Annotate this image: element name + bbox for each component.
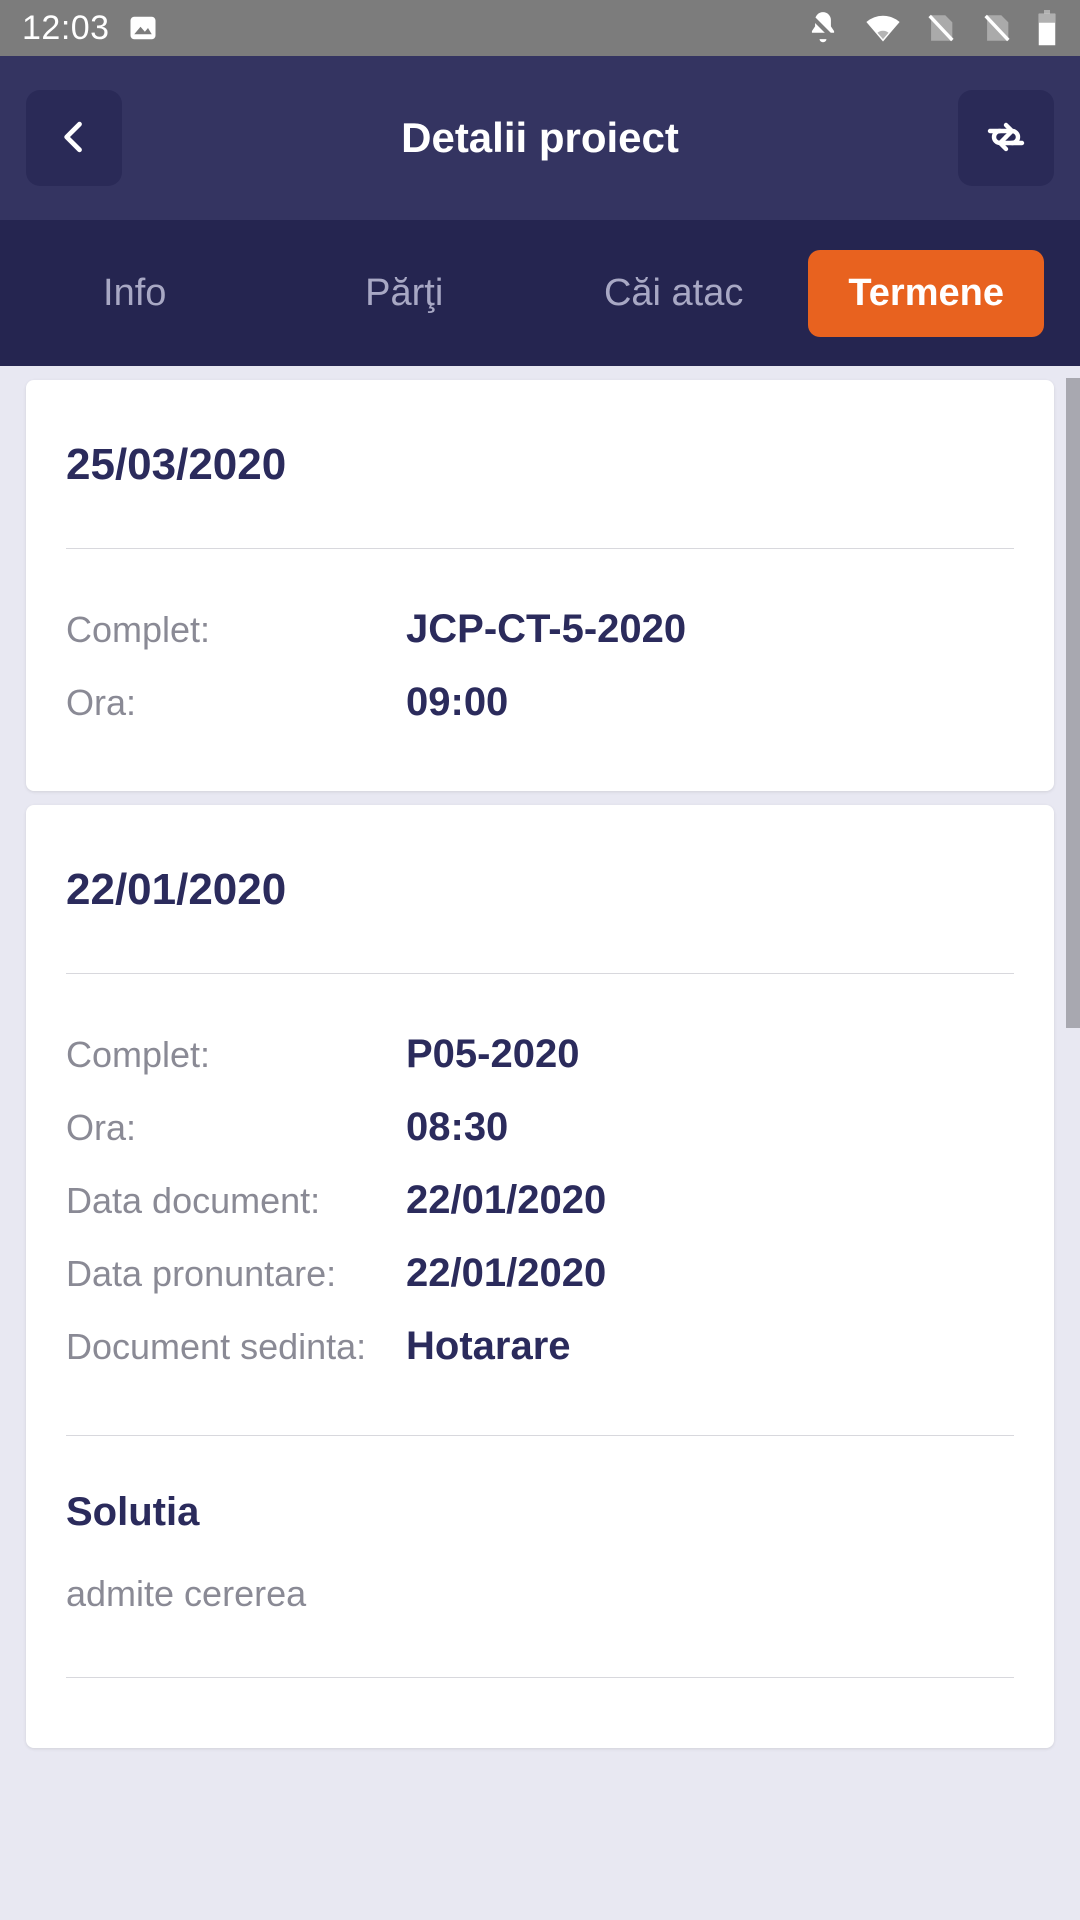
solutia-text: admite cererea bbox=[66, 1573, 307, 1614]
detail-label: Complet: bbox=[66, 609, 211, 650]
detail-label: Document sedinta: bbox=[66, 1326, 367, 1367]
sync-icon bbox=[982, 113, 1030, 164]
detail-value: 08:30 bbox=[406, 1105, 509, 1149]
detail-value: P05-2020 bbox=[406, 1032, 580, 1076]
sim-card-off-icon bbox=[980, 11, 1014, 45]
detail-value: 09:00 bbox=[406, 680, 509, 724]
detail-row: Ora: 08:30 bbox=[66, 1091, 1014, 1164]
detail-value: 22/01/2020 bbox=[406, 1178, 607, 1222]
termen-card[interactable]: 25/03/2020 Complet: JCP-CT-5-2020 Ora: 0… bbox=[26, 380, 1054, 791]
detail-label: Ora: bbox=[66, 1107, 137, 1148]
termen-date: 22/01/2020 bbox=[66, 865, 287, 914]
detail-label: Data pronuntare: bbox=[66, 1253, 337, 1294]
refresh-button[interactable] bbox=[958, 90, 1054, 186]
termen-detail-rows: Complet: P05-2020 Ora: 08:30 Data docume… bbox=[66, 974, 1014, 1435]
termen-card[interactable]: 22/01/2020 Complet: P05-2020 Ora: 08:30 … bbox=[26, 805, 1054, 1748]
solutia-title: Solutia bbox=[66, 1490, 200, 1534]
detail-row: Complet: JCP-CT-5-2020 bbox=[66, 593, 1014, 666]
status-bar-clock: 12:03 bbox=[22, 8, 110, 47]
status-bar-left-icons bbox=[128, 13, 158, 43]
termen-detail-rows: Complet: JCP-CT-5-2020 Ora: 09:00 bbox=[66, 549, 1014, 791]
status-bar: 12:03 bbox=[0, 0, 1080, 56]
back-button[interactable] bbox=[26, 90, 122, 186]
scrollbar-track[interactable] bbox=[1066, 366, 1080, 1920]
detail-row: Data document: 22/01/2020 bbox=[66, 1164, 1014, 1237]
scrollbar-thumb[interactable] bbox=[1066, 378, 1080, 1028]
tab-termene[interactable]: Termene bbox=[808, 249, 1044, 337]
tab-info[interactable]: Info bbox=[0, 254, 269, 333]
detail-row: Data pronuntare: 22/01/2020 bbox=[66, 1237, 1014, 1310]
detail-value: Hotarare bbox=[406, 1324, 571, 1368]
app-header: Detalii proiect bbox=[0, 56, 1080, 220]
tab-cai-atac[interactable]: Căi atac bbox=[539, 254, 808, 333]
notifications-off-icon bbox=[804, 9, 842, 47]
battery-icon bbox=[1036, 10, 1058, 46]
sim-card-off-icon bbox=[924, 11, 958, 45]
wifi-icon bbox=[864, 9, 902, 47]
termen-date: 25/03/2020 bbox=[66, 440, 287, 489]
tab-bar: Info Părţi Căi atac Termene bbox=[0, 220, 1080, 366]
detail-value: JCP-CT-5-2020 bbox=[406, 607, 687, 651]
status-bar-right-icons bbox=[804, 9, 1058, 47]
detail-value: 22/01/2020 bbox=[406, 1251, 607, 1295]
content-scroll-area[interactable]: 25/03/2020 Complet: JCP-CT-5-2020 Ora: 0… bbox=[0, 366, 1080, 1920]
detail-label: Ora: bbox=[66, 682, 137, 723]
chevron-left-icon bbox=[52, 115, 96, 162]
detail-row: Complet: P05-2020 bbox=[66, 1018, 1014, 1091]
page-title: Detalii proiect bbox=[401, 114, 679, 161]
tab-parti[interactable]: Părţi bbox=[269, 254, 538, 333]
detail-label: Complet: bbox=[66, 1034, 211, 1075]
image-icon bbox=[128, 13, 158, 43]
detail-label: Data document: bbox=[66, 1180, 321, 1221]
detail-row: Document sedinta: Hotarare bbox=[66, 1310, 1014, 1383]
detail-row: Ora: 09:00 bbox=[66, 666, 1014, 739]
